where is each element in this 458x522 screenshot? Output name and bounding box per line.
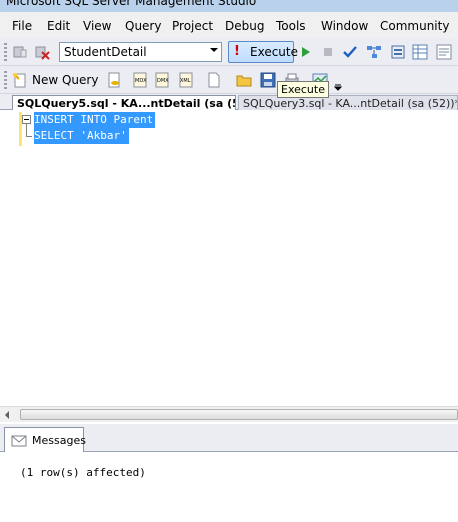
results-grid-icon[interactable] bbox=[412, 44, 428, 60]
available-databases-select[interactable]: StudentDetail bbox=[59, 42, 222, 62]
editor-horizontal-scrollbar[interactable] bbox=[0, 406, 458, 422]
svg-text:DMX: DMX bbox=[157, 78, 169, 84]
menu-debug[interactable]: Debug bbox=[225, 19, 264, 33]
toolbar-grip[interactable] bbox=[4, 71, 7, 89]
save-icon[interactable] bbox=[260, 72, 276, 88]
database-engine-query-icon[interactable] bbox=[106, 72, 122, 88]
connect-icon[interactable] bbox=[12, 44, 28, 60]
tab-sqlquery5[interactable]: SQLQuery5.sql - KA...ntDetail (sa (56))* bbox=[12, 95, 236, 111]
outline-line bbox=[26, 124, 27, 136]
execute-tooltip: Execute bbox=[277, 81, 329, 98]
execute-icon: ! bbox=[234, 44, 240, 59]
menu-tools[interactable]: Tools bbox=[276, 19, 306, 33]
rows-affected-message: (1 row(s) affected) bbox=[20, 466, 146, 479]
query-editor[interactable]: INSERT INTO Parent SELECT 'Akbar' bbox=[0, 110, 458, 406]
execute-label: Execute bbox=[250, 45, 298, 59]
new-query-icon bbox=[12, 72, 28, 88]
stop-icon[interactable] bbox=[320, 44, 336, 60]
outline-end bbox=[26, 136, 32, 137]
menu-window[interactable]: Window bbox=[321, 19, 368, 33]
estimated-plan-icon[interactable] bbox=[366, 44, 382, 60]
parse-icon[interactable] bbox=[342, 44, 358, 60]
menu-query[interactable]: Query bbox=[125, 19, 161, 33]
toolbar-grip[interactable] bbox=[4, 43, 7, 61]
svg-text:XML: XML bbox=[180, 78, 191, 84]
standard-toolbar: New Query MDX DMX XML bbox=[0, 66, 458, 94]
database-select-value: StudentDetail bbox=[64, 45, 147, 59]
collapse-icon[interactable] bbox=[22, 115, 31, 124]
sql-editor-toolbar: StudentDetail ! Execute bbox=[0, 38, 458, 66]
scrollbar-thumb[interactable] bbox=[20, 409, 458, 420]
code-line-1[interactable]: INSERT INTO Parent bbox=[34, 112, 156, 128]
open-file-icon[interactable] bbox=[236, 72, 252, 88]
document-tab-strip: SQLQuery5.sql - KA...ntDetail (sa (56))*… bbox=[0, 94, 458, 111]
disconnect-icon[interactable] bbox=[34, 44, 50, 60]
messages-tab-label: Messages bbox=[32, 434, 86, 447]
tab-sqlquery3[interactable]: SQLQuery3.sql - KA...ntDetail (sa (52))* bbox=[238, 95, 458, 111]
svg-text:MDX: MDX bbox=[135, 78, 147, 84]
mdx-query-icon[interactable]: MDX bbox=[132, 72, 148, 88]
results-tab-strip: Messages bbox=[0, 424, 458, 452]
menu-edit[interactable]: Edit bbox=[47, 19, 70, 33]
execute-button[interactable]: ! Execute bbox=[228, 41, 298, 63]
toolbar-overflow-icon[interactable] bbox=[333, 80, 343, 91]
messages-pane[interactable]: (1 row(s) affected) bbox=[0, 452, 458, 522]
tab-messages[interactable]: Messages bbox=[4, 427, 86, 452]
menu-community[interactable]: Community bbox=[380, 19, 449, 33]
results-text-icon[interactable] bbox=[436, 44, 452, 60]
menu-bar: File Edit View Query Project Debug Tools… bbox=[0, 12, 458, 38]
title-bar: Microsoft SQL Server Management Studio bbox=[0, 0, 458, 12]
query-options-icon[interactable] bbox=[390, 44, 406, 60]
dmx-query-icon[interactable]: DMX bbox=[154, 72, 170, 88]
xmla-query-icon[interactable]: XML bbox=[178, 72, 194, 88]
chevron-down-icon bbox=[210, 48, 218, 52]
debug-icon[interactable] bbox=[298, 44, 314, 60]
menu-file[interactable]: File bbox=[12, 19, 32, 33]
new-file-icon[interactable] bbox=[206, 72, 222, 88]
menu-project[interactable]: Project bbox=[172, 19, 213, 33]
scroll-left-icon[interactable] bbox=[5, 411, 9, 419]
new-query-label: New Query bbox=[32, 73, 99, 87]
messages-icon bbox=[11, 433, 27, 449]
code-line-2[interactable]: SELECT 'Akbar' bbox=[34, 128, 129, 144]
window-title: Microsoft SQL Server Management Studio bbox=[6, 0, 257, 8]
menu-view[interactable]: View bbox=[83, 19, 111, 33]
